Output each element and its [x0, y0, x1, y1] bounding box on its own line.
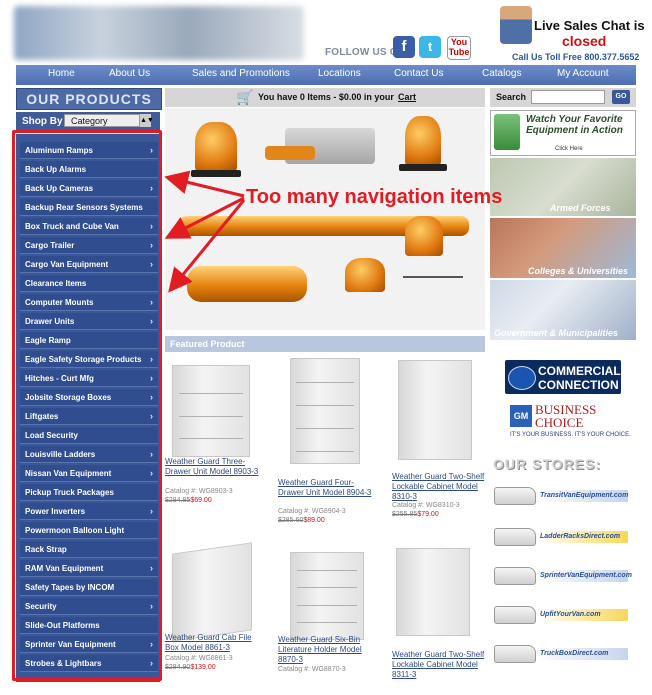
annotation-arrows [164, 170, 246, 293]
annotation-arrow [164, 196, 245, 239]
annotation-text: Too many navigation items [246, 186, 503, 208]
annotation-arrow [164, 170, 245, 198]
annotation-arrow [168, 199, 246, 293]
